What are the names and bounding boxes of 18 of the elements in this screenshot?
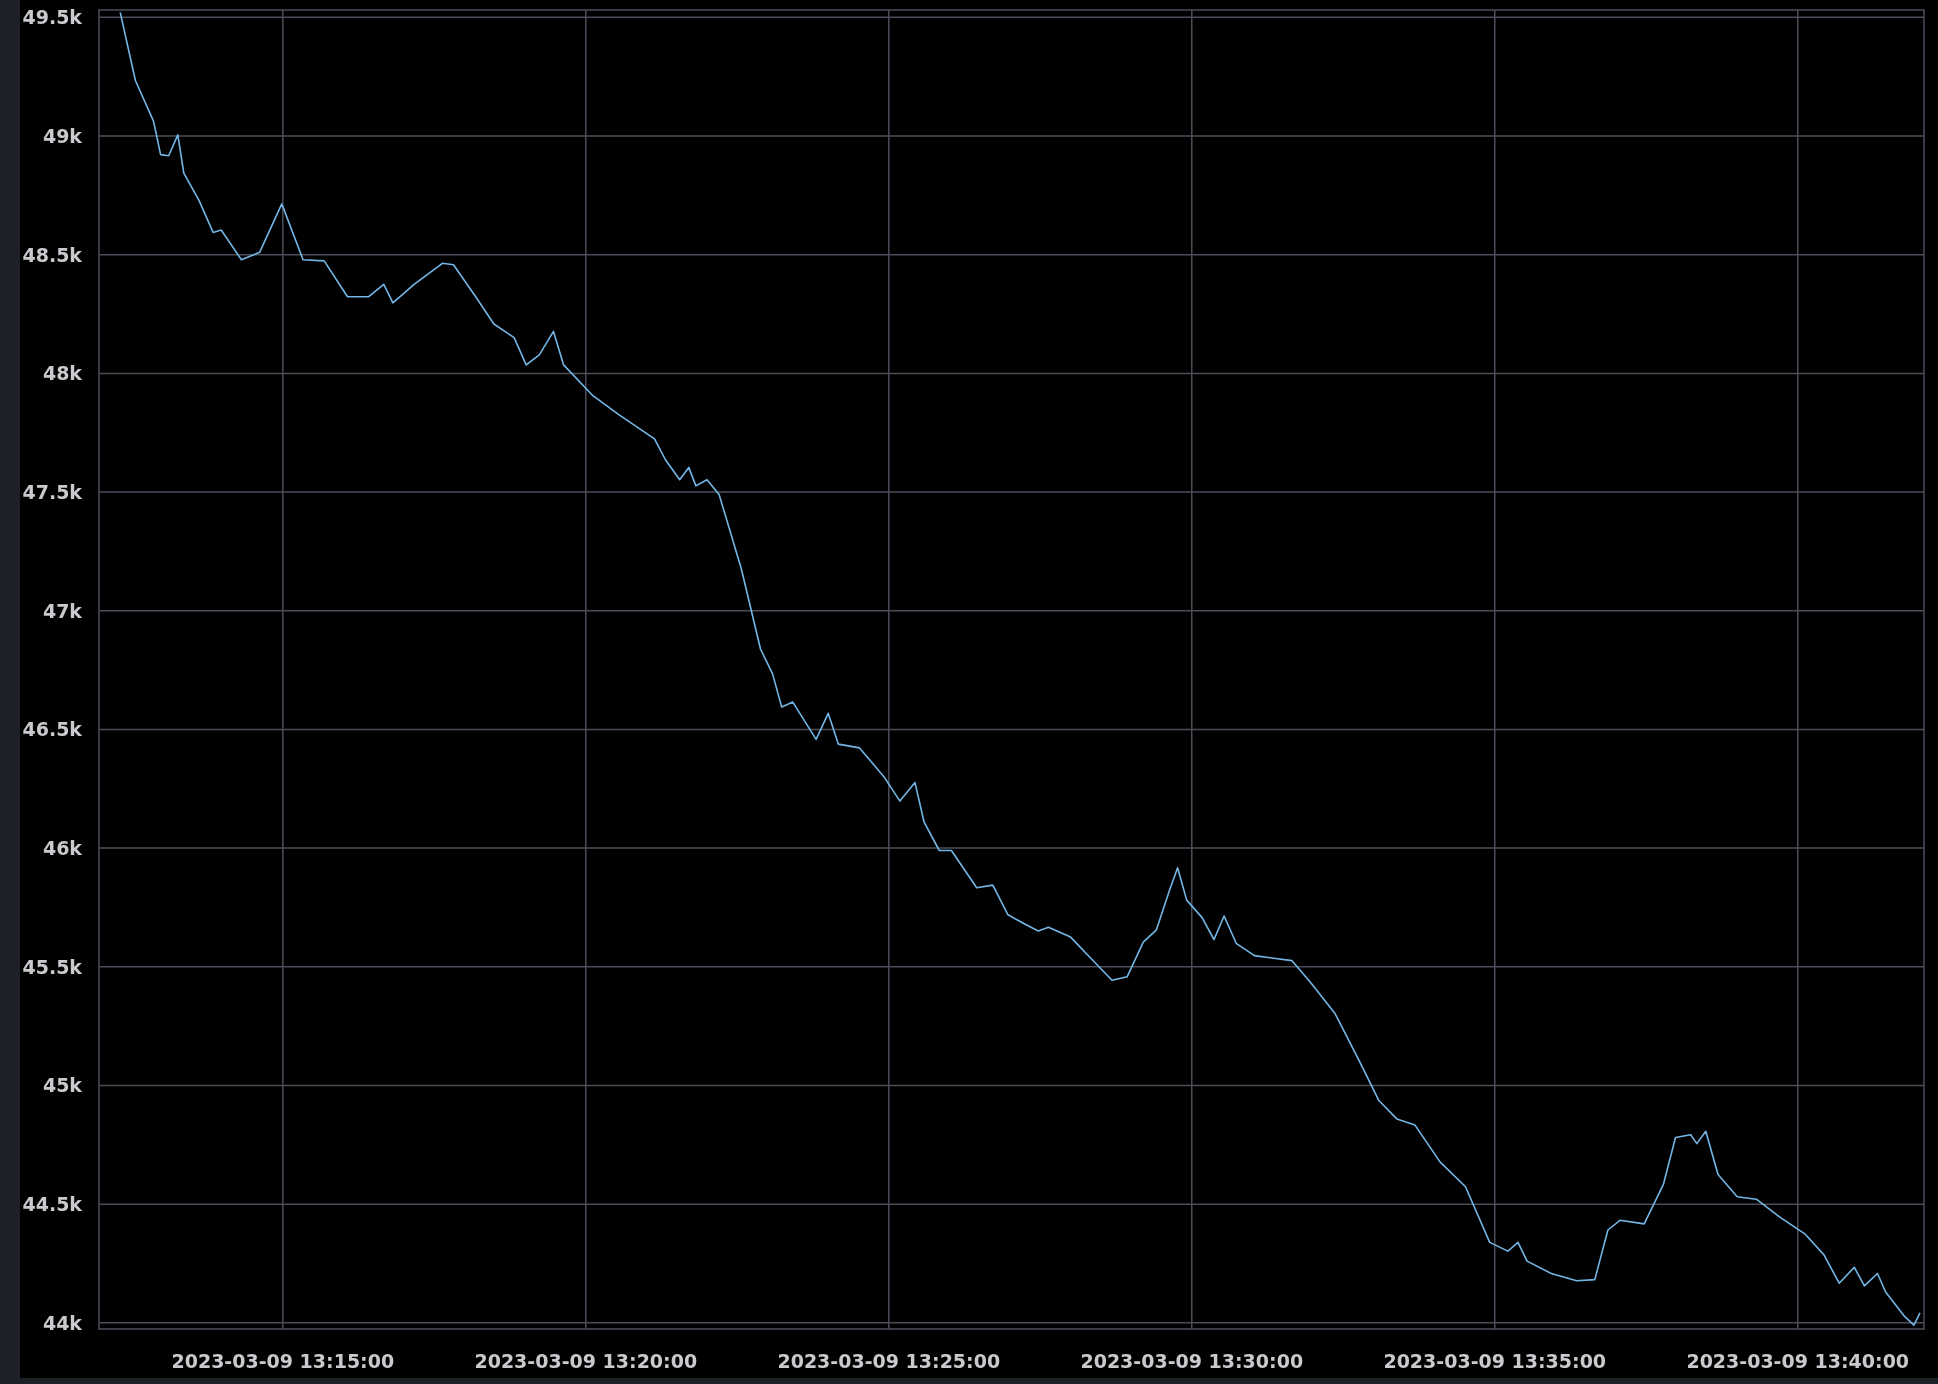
axis-label: 2023-03-09 13:15:00 <box>171 1350 395 1372</box>
axis-label: 49.5k <box>22 6 82 29</box>
axis-label: 47.5k <box>22 481 82 504</box>
axis-label: 2023-03-09 13:25:00 <box>777 1350 1001 1372</box>
axis-label: 2023-03-09 13:20:00 <box>474 1350 698 1372</box>
axis-label: 45.5k <box>22 955 82 978</box>
axis-label: 48.5k <box>22 243 82 266</box>
axis-label: 44k <box>42 1311 82 1334</box>
axis-label: 45k <box>42 1074 82 1097</box>
axis-label: 2023-03-09 13:35:00 <box>1383 1350 1607 1372</box>
axis-label: 2023-03-09 13:30:00 <box>1080 1350 1304 1372</box>
axis-label: 2023-03-09 13:40:00 <box>1686 1350 1910 1372</box>
axis-label: 46.5k <box>22 718 82 741</box>
axis-label: 49k <box>42 125 82 148</box>
axis-label: 46k <box>42 837 82 860</box>
axis-label: 48k <box>42 362 82 385</box>
axis-label: 47k <box>42 599 82 622</box>
axis-label: 44.5k <box>22 1193 82 1216</box>
